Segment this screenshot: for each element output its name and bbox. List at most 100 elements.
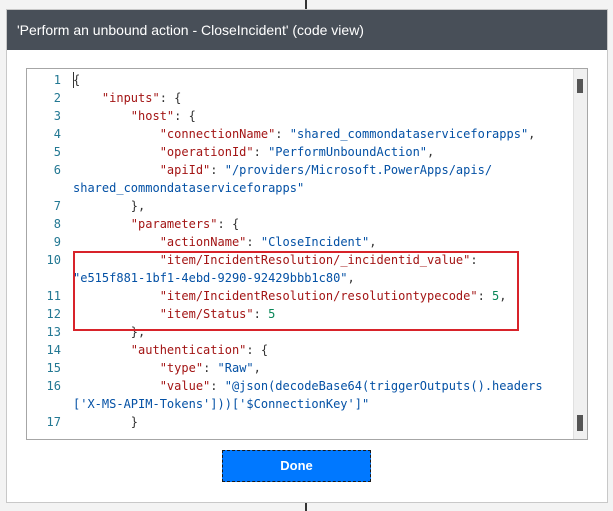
code-token: , — [427, 145, 435, 159]
code-token: 5 — [268, 307, 276, 321]
line-number: 5 — [53, 145, 61, 159]
code-line: }, — [73, 323, 145, 341]
vertical-scrollbar[interactable] — [573, 69, 587, 439]
code-token: : — [203, 361, 218, 375]
code-line: "authentication": { — [73, 341, 268, 359]
code-token: "PerformUnboundAction" — [268, 145, 428, 159]
code-token: "connectionName" — [159, 127, 276, 141]
code-line: }, — [73, 197, 145, 215]
code-token: : — [210, 163, 225, 177]
code-editor[interactable]: 1 2 3 4 5 6 7 8 9 10 11 12 13 14 15 16 17 { "inputs": { … — [26, 68, 588, 440]
line-number-gutter: 1 2 3 4 5 6 7 8 9 10 11 12 13 14 15 16 17 — [27, 69, 69, 439]
code-token: "shared_commondataserviceforapps" — [289, 127, 529, 141]
code-line: "value": "@json(decodeBase64(triggerOutp… — [73, 377, 543, 395]
code-token: "parameters" — [130, 217, 218, 231]
line-number: 1 — [53, 73, 61, 87]
code-token: "item/IncidentResolution/resolutiontypec… — [159, 289, 478, 303]
line-number: 15 — [46, 361, 61, 375]
code-token: shared_commondataserviceforapps" — [73, 181, 305, 195]
code-line: "apiId": "/providers/Microsoft.PowerApps… — [73, 161, 492, 179]
code-line: "connectionName": "shared_commondataserv… — [73, 125, 536, 143]
code-content[interactable]: { "inputs": { "host": { "connectionName"… — [73, 69, 573, 439]
code-token: "e515f881-1bf1-4ebd-9290-92429bbb1c80" — [73, 271, 348, 285]
line-number: 9 — [53, 235, 61, 249]
code-line: "inputs": { — [73, 89, 181, 107]
code-token: : — [477, 289, 493, 303]
code-line: "parameters": { — [73, 215, 239, 233]
code-token: "@json(decodeBase64(triggerOutputs().hea… — [224, 379, 543, 393]
code-token: "value" — [159, 379, 211, 393]
line-number: 6 — [53, 163, 61, 177]
code-token: }, — [73, 199, 146, 213]
code-token: "actionName" — [159, 235, 247, 249]
line-number: 17 — [46, 415, 61, 429]
code-line: ['X-MS-APIM-Tokens']))['$ConnectionKey']… — [73, 395, 369, 413]
code-line: "e515f881-1bf1-4ebd-9290-92429bbb1c80", — [73, 269, 355, 287]
line-number — [27, 269, 61, 287]
line-number: 12 — [46, 307, 61, 321]
code-token: "host" — [130, 109, 175, 123]
code-token: : — [253, 145, 269, 159]
line-number — [27, 179, 61, 197]
dialog-title: 'Perform an unbound action - CloseIncide… — [7, 10, 607, 50]
line-number: 14 — [46, 343, 61, 357]
code-token: , — [369, 235, 377, 249]
code-token: ['X-MS-APIM-Tokens']))['$ConnectionKey']… — [73, 397, 370, 411]
code-token: : { — [174, 109, 196, 123]
code-line: "item/IncidentResolution/resolutiontypec… — [73, 287, 507, 305]
code-token: : { — [159, 91, 182, 105]
code-token: "CloseIncident" — [260, 235, 370, 249]
code-token: , — [499, 289, 507, 303]
code-token: , — [528, 127, 536, 141]
line-number: 2 — [53, 91, 61, 105]
code-line: "type": "Raw", — [73, 359, 261, 377]
code-token: : — [210, 379, 225, 393]
line-number: 11 — [46, 289, 61, 303]
line-number: 3 — [53, 109, 61, 123]
code-token: : — [275, 127, 290, 141]
code-line: { — [73, 71, 80, 89]
code-token: : — [470, 253, 478, 267]
line-number: 8 — [53, 217, 61, 231]
code-line: shared_commondataserviceforapps" — [73, 179, 304, 197]
code-token: , — [347, 271, 355, 285]
code-token: "type" — [159, 361, 204, 375]
line-number: 4 — [53, 127, 61, 141]
code-line: "item/Status": 5 — [73, 305, 276, 323]
line-number: 10 — [46, 253, 61, 267]
code-token: : — [246, 235, 261, 249]
flow-connector-bottom — [305, 503, 307, 511]
code-line: "actionName": "CloseIncident", — [73, 233, 377, 251]
code-token: }, — [73, 325, 146, 339]
code-token: : { — [217, 217, 240, 231]
flow-connector-top — [305, 0, 307, 9]
code-token: { — [73, 73, 81, 87]
code-token: } — [73, 415, 139, 429]
code-token: "item/IncidentResolution/_incidentid_val… — [159, 253, 471, 267]
scrollbar-thumb-top[interactable] — [577, 79, 583, 93]
code-line: "host": { — [73, 107, 196, 125]
code-token: "inputs" — [101, 91, 160, 105]
done-button[interactable]: Done — [222, 450, 371, 482]
code-token: "apiId" — [159, 163, 211, 177]
line-number — [27, 395, 61, 413]
code-line: } — [73, 413, 138, 431]
code-line: "operationId": "PerformUnboundAction", — [73, 143, 435, 161]
code-token: : { — [246, 343, 269, 357]
code-token: : — [253, 307, 269, 321]
scrollbar-thumb-bottom[interactable] — [577, 415, 583, 431]
code-token: "authentication" — [130, 343, 247, 357]
code-token: "operationId" — [159, 145, 254, 159]
line-number: 16 — [46, 379, 61, 393]
